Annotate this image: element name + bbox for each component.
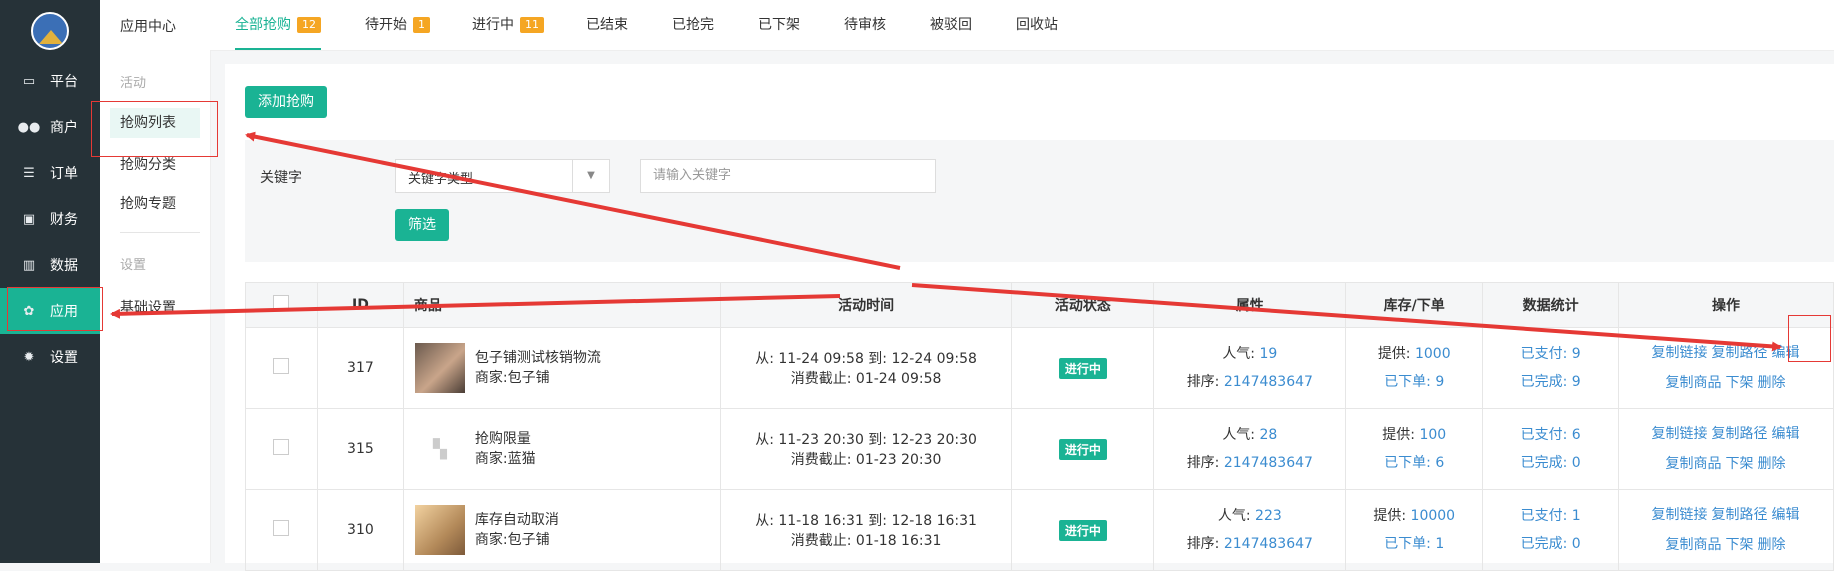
arrow-to-edit: [911, 283, 1782, 352]
arrow-to-apps: [110, 294, 841, 319]
arrow-to-list: [245, 131, 901, 270]
annotation-arrows: [110, 131, 1782, 352]
